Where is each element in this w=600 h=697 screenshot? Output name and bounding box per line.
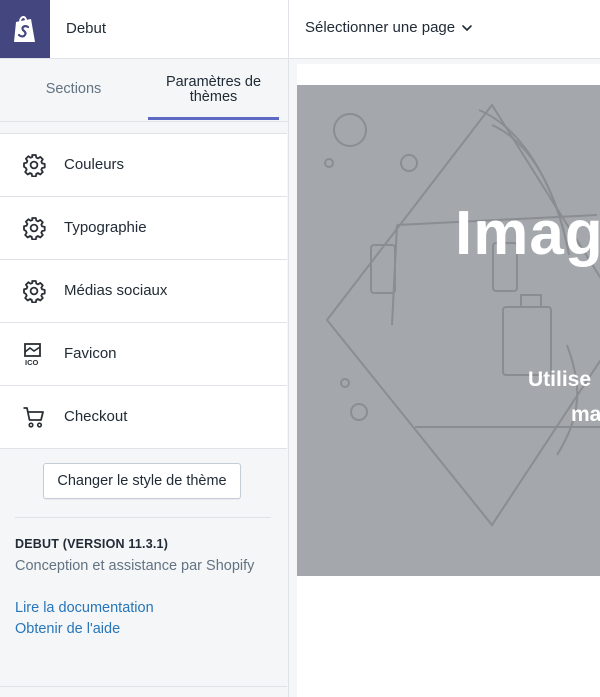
divider <box>15 517 271 518</box>
shopify-bag-icon <box>14 16 35 42</box>
page-selector-label: Sélectionner une page <box>305 19 456 36</box>
gear-icon <box>23 280 46 303</box>
divider <box>0 686 287 687</box>
tab-sections-label: Sections <box>45 81 102 98</box>
menu-item-typography[interactable]: Typographie <box>0 197 287 260</box>
help-link[interactable]: Obtenir de l'aide <box>15 621 120 637</box>
menu-item-label: Typographie <box>64 219 147 236</box>
menu-item-favicon[interactable]: ICO Favicon <box>0 323 287 386</box>
sidebar-header: Debut <box>0 0 288 59</box>
hero-subtitle-line-1: Utilise <box>528 368 592 391</box>
bag-placeholder-illustration <box>324 103 600 527</box>
tab-sections[interactable]: Sections <box>0 59 147 121</box>
menu-item-social-media[interactable]: Médias sociaux <box>0 260 287 323</box>
theme-credit: Conception et assistance par Shopify <box>15 558 255 574</box>
cart-icon <box>23 407 44 428</box>
theme-name: Debut <box>66 20 107 37</box>
shopify-logo[interactable] <box>0 0 50 58</box>
menu-item-label: Checkout <box>64 408 128 425</box>
chevron-down-icon <box>462 24 472 31</box>
favicon-icon: ICO <box>24 343 41 366</box>
gear-icon <box>23 217 46 240</box>
gear-icon <box>23 154 46 177</box>
page-selector[interactable]: Sélectionner une page <box>305 19 473 36</box>
menu-item-checkout[interactable]: Checkout <box>0 386 287 449</box>
menu-item-colors[interactable]: Couleurs <box>0 133 287 197</box>
svg-text:ICO: ICO <box>25 358 39 366</box>
sidebar: Debut Sections Paramètres de thèmes Coul… <box>0 0 289 697</box>
menu-item-label: Couleurs <box>64 156 125 173</box>
hero-title: Imag <box>455 199 600 268</box>
theme-preview[interactable]: Imag Utilise ma <box>297 64 600 697</box>
documentation-link[interactable]: Lire la documentation <box>15 600 154 616</box>
tab-theme-settings-label: Paramètres de thèmes <box>165 73 262 105</box>
settings-menu: Couleurs Typographie Médias sociaux ICO … <box>0 133 287 449</box>
change-theme-style-button[interactable]: Changer le style de thème <box>43 463 241 499</box>
tab-theme-settings[interactable]: Paramètres de thèmes <box>147 59 280 121</box>
menu-item-label: Médias sociaux <box>64 282 168 299</box>
menu-item-label: Favicon <box>64 345 117 362</box>
tab-bar: Sections Paramètres de thèmes <box>0 59 288 122</box>
active-tab-indicator <box>148 117 279 120</box>
hero-subtitle-line-2: ma <box>571 403 600 426</box>
hero-image-placeholder[interactable]: Imag Utilise ma <box>297 85 600 576</box>
theme-version: DEBUT (VERSION 11.3.1) <box>15 537 169 551</box>
